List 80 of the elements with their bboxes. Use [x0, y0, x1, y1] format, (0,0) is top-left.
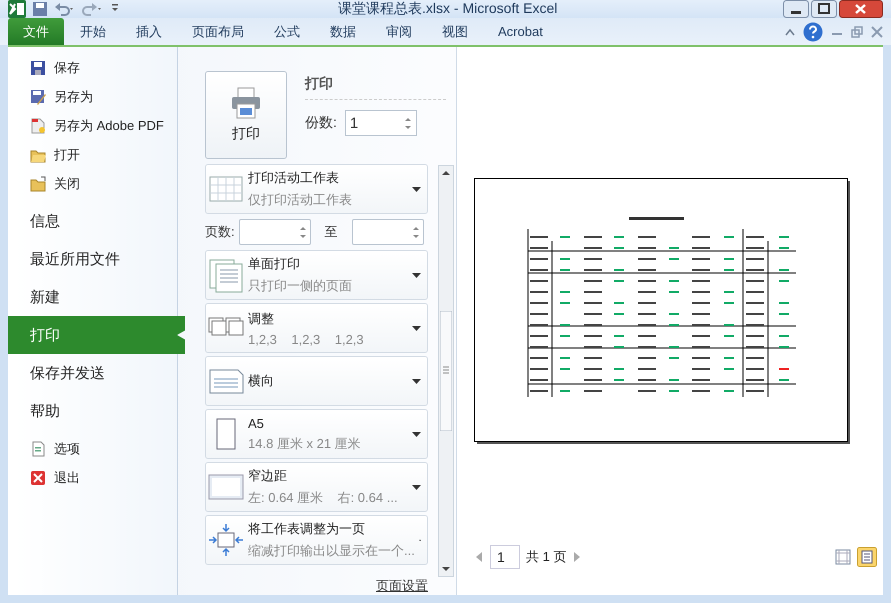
save-icon[interactable] [32, 1, 48, 17]
folder-icon [30, 176, 46, 192]
show-margins-icon[interactable] [835, 549, 851, 565]
copies-field[interactable]: 1 [344, 110, 417, 136]
menu-command[interactable]: 另存为 [8, 82, 177, 111]
previous-page-icon[interactable] [474, 551, 484, 563]
menu-command[interactable]: 退出 [8, 463, 177, 492]
dropdown-arrow-icon [412, 432, 421, 436]
document-icon [30, 440, 46, 456]
menu-command[interactable]: 打开 [8, 140, 177, 169]
page-number-field[interactable]: 1 [490, 545, 520, 569]
settings-dropdown[interactable]: 窄边距 左: 0.64 厘米 右: 0.64 ... [205, 462, 428, 512]
margins-icon [208, 474, 244, 500]
restore-icon[interactable] [851, 26, 863, 38]
menu-command[interactable]: 选项 [8, 434, 177, 463]
ribbon-tab[interactable]: 审阅 [372, 18, 426, 45]
window-title: 课堂课程总表.xlsx - Microsoft Excel [338, 0, 558, 18]
settings-dropdown[interactable]: 横向 [205, 356, 428, 406]
redo-icon[interactable] [82, 1, 104, 17]
pdf-icon [30, 118, 46, 134]
minimize-button[interactable] [783, 0, 809, 18]
close-icon[interactable] [871, 26, 883, 38]
copies-label: 份数: [305, 114, 337, 132]
close-button[interactable] [839, 0, 883, 18]
menu-section[interactable]: 新建 [8, 278, 177, 316]
settings-dropdown[interactable]: 将工作表调整为一页 缩减打印输出以显示在一个... [205, 515, 428, 565]
maximize-button[interactable] [811, 0, 837, 18]
scrollbar[interactable] [438, 165, 454, 577]
print-button[interactable]: 打印 [205, 71, 287, 159]
pages-icon [209, 258, 243, 292]
scroll-thumb[interactable] [440, 311, 452, 431]
menu-section[interactable]: 打印 [8, 316, 185, 354]
menu-command[interactable]: 另存为 Adobe PDF [8, 111, 177, 140]
settings-dropdown[interactable]: A5 14.8 厘米 x 21 厘米 [205, 409, 428, 459]
menu-command[interactable]: 保存 [8, 53, 177, 82]
scale-icon [208, 523, 244, 557]
menu-section[interactable]: 最近所用文件 [8, 240, 177, 278]
settings-dropdown[interactable]: 调整 1,2,3 1,2,3 1,2,3 [205, 303, 428, 353]
settings-dropdown[interactable]: 打印活动工作表 仅打印活动工作表 [205, 164, 428, 214]
printer-icon [231, 87, 261, 119]
sheet-icon [209, 176, 243, 202]
ribbon-tab[interactable]: 视图 [428, 18, 482, 45]
menu-section[interactable]: 信息 [8, 202, 177, 240]
ribbon-tab[interactable]: Acrobat [484, 18, 557, 45]
spinner-icon [404, 116, 412, 130]
dropdown-arrow-icon [412, 326, 421, 330]
dropdown-arrow-icon [412, 378, 421, 384]
section-heading: 打印 [305, 71, 446, 100]
ribbon-tab[interactable]: 开始 [66, 18, 120, 45]
ribbon-tab[interactable]: 文件 [8, 18, 64, 45]
page-setup-link[interactable]: 页面设置 [376, 577, 428, 595]
landscape-page-icon [208, 368, 244, 394]
page-icon [216, 418, 236, 450]
zoom-to-page-icon[interactable] [857, 547, 877, 567]
settings-dropdown[interactable]: 单面打印 只打印一侧的页面 [205, 250, 428, 300]
save-icon [30, 60, 46, 76]
next-page-icon[interactable] [572, 551, 582, 563]
collapse-ribbon-icon[interactable] [785, 28, 795, 36]
ribbon-tab[interactable]: 公式 [260, 18, 314, 45]
help-icon[interactable] [803, 22, 823, 42]
page-to-field[interactable] [352, 219, 424, 245]
excel-icon [8, 0, 26, 18]
menu-section[interactable]: 保存并发送 [8, 354, 177, 392]
ribbon-tab[interactable]: 页面布局 [178, 18, 258, 45]
dropdown-arrow-icon [412, 272, 421, 278]
dropdown-arrow-icon [412, 484, 421, 490]
pages-label: 页数: [205, 223, 235, 241]
page-count: 共 1 页 [526, 548, 566, 566]
to-label: 至 [324, 223, 338, 241]
menu-section[interactable]: 帮助 [8, 392, 177, 430]
menu-command[interactable]: 关闭 [8, 169, 177, 198]
undo-icon[interactable] [54, 1, 76, 17]
spinner-icon [298, 226, 307, 238]
exit-icon [30, 470, 46, 486]
spinner-icon [412, 226, 420, 238]
ribbon-tab[interactable]: 数据 [316, 18, 370, 45]
ribbon-tab[interactable]: 插入 [122, 18, 176, 45]
save-as-icon [30, 88, 46, 104]
page-from-field[interactable] [238, 219, 311, 245]
dropdown-arrow-icon [412, 186, 421, 192]
